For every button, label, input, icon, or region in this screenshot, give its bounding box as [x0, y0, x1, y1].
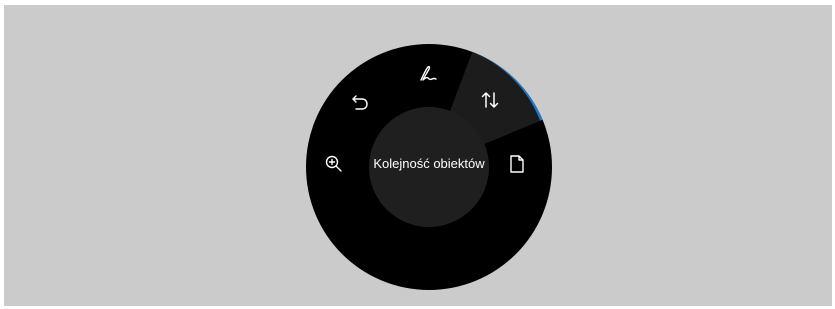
canvas-background: Kolejność obiektów [4, 5, 832, 306]
page-button[interactable] [502, 149, 532, 179]
zoom-button[interactable] [319, 149, 349, 179]
zoom-icon [325, 155, 342, 172]
radial-menu[interactable]: Kolejność obiektów [306, 44, 552, 290]
pen-icon [420, 65, 437, 81]
undo-button[interactable] [345, 87, 375, 117]
arrange-icon [481, 92, 499, 108]
radial-center[interactable]: Kolejność obiektów [369, 107, 489, 227]
center-label: Kolejność obiektów [373, 156, 485, 171]
page-icon [510, 155, 524, 173]
arrange-button[interactable] [475, 85, 505, 115]
undo-icon [352, 95, 368, 110]
pen-button[interactable] [413, 59, 443, 89]
